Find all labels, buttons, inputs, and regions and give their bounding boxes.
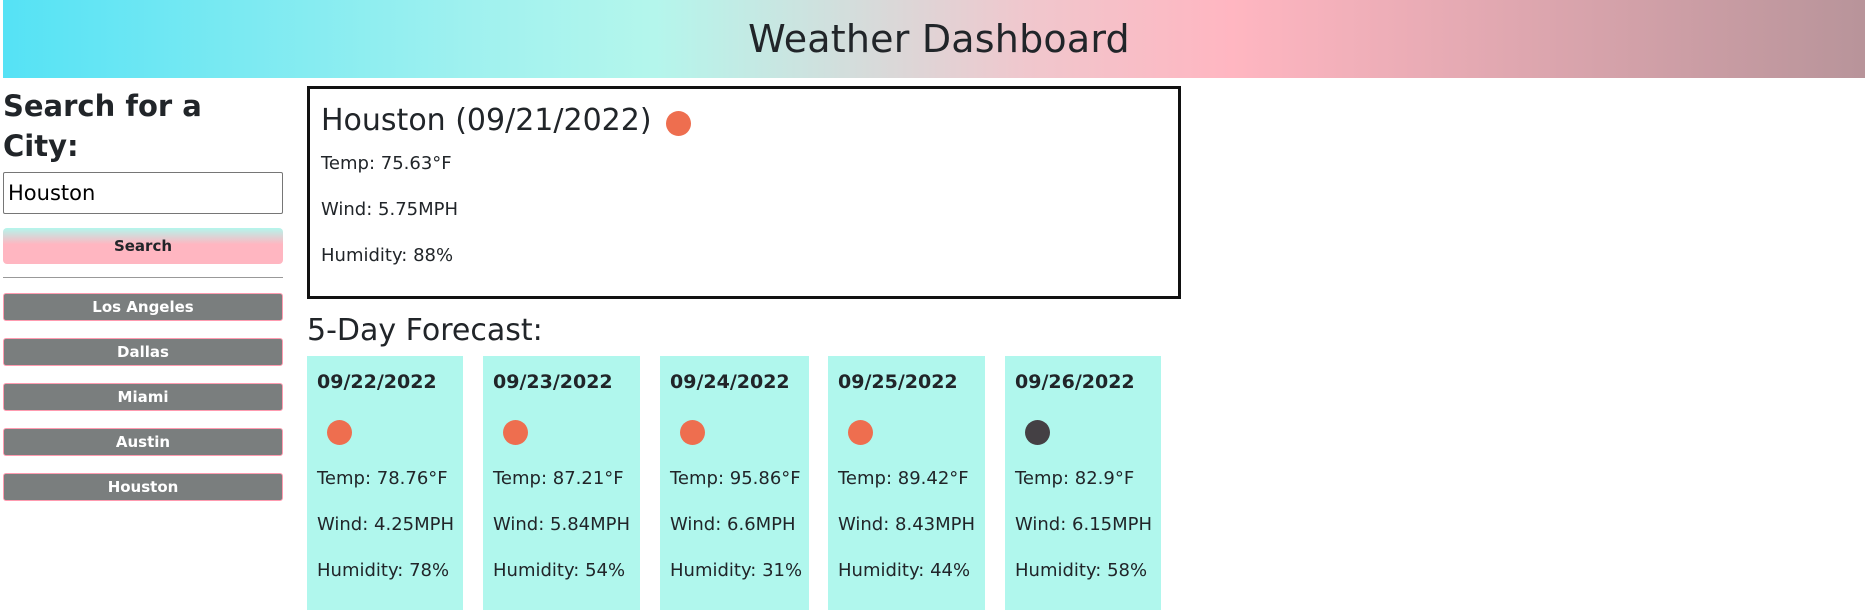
forecast-wind: Wind: 6.6MPH [670,514,796,535]
forecast-wind: Wind: 6.15MPH [1015,514,1153,535]
forecast-date: 09/23/2022 [493,371,613,393]
search-button[interactable]: Search [3,228,283,264]
sun-icon [665,110,691,136]
search-heading: Search for a City: [3,89,202,163]
forecast-card: 09/24/2022 Temp: 95.86°F Wind: 6.6MPH Hu… [660,356,809,610]
current-weather-header: Houston (09/21/2022) [321,101,1167,141]
current-humidity: Humidity: 88% [321,245,454,266]
forecast-date: 09/25/2022 [838,371,958,393]
forecast-wind: Wind: 4.25MPH [317,514,455,535]
forecast-humidity: Humidity: 54% [493,560,626,581]
forecast-heading: 5-Day Forecast: [307,313,543,348]
history-city-button[interactable]: Dallas [3,338,283,366]
forecast-temp: Temp: 89.42°F [838,468,969,489]
forecast-date: 09/24/2022 [670,371,790,393]
current-weather-panel: Houston (09/21/2022) Temp: 75.63°F Wind:… [307,86,1181,299]
forecast-wind: Wind: 5.84MPH [493,514,631,535]
forecast-card: 09/26/2022 Temp: 82.9°F Wind: 6.15MPH Hu… [1005,356,1161,610]
search-history: Los Angeles Dallas Miami Austin Houston [3,293,283,501]
history-city-button[interactable]: Houston [3,473,283,501]
forecast-wind: Wind: 8.43MPH [838,514,976,535]
forecast-card: 09/23/2022 Temp: 87.21°F Wind: 5.84MPH H… [483,356,640,610]
sun-icon [503,420,528,445]
sun-icon [327,420,352,445]
forecast-humidity: Humidity: 31% [670,560,803,581]
forecast-date: 09/22/2022 [317,371,437,393]
sun-icon [680,420,705,445]
current-wind: Wind: 5.75MPH [321,199,459,220]
forecast-humidity: Humidity: 78% [317,560,450,581]
current-temp: Temp: 75.63°F [321,153,452,174]
forecast-humidity: Humidity: 58% [1015,560,1148,581]
forecast-card: 09/22/2022 Temp: 78.76°F Wind: 4.25MPH H… [307,356,463,610]
forecast-humidity: Humidity: 44% [838,560,971,581]
current-city-title: Houston (09/21/2022) [321,103,652,138]
forecast-temp: Temp: 87.21°F [493,468,624,489]
forecast-temp: Temp: 95.86°F [670,468,801,489]
header: Weather Dashboard [3,0,1865,78]
sun-icon [848,420,873,445]
forecast-temp: Temp: 78.76°F [317,468,448,489]
divider [3,277,283,278]
history-city-button[interactable]: Miami [3,383,283,411]
city-search-input[interactable] [3,172,283,214]
forecast-date: 09/26/2022 [1015,371,1135,393]
history-city-button[interactable]: Los Angeles [3,293,283,321]
sidebar: Search for a City: Search Los Angeles Da… [3,86,283,518]
page-title: Weather Dashboard [748,17,1130,61]
forecast-temp: Temp: 82.9°F [1015,468,1135,489]
history-city-button[interactable]: Austin [3,428,283,456]
moon-icon [1025,420,1050,445]
forecast-card: 09/25/2022 Temp: 89.42°F Wind: 8.43MPH H… [828,356,985,610]
